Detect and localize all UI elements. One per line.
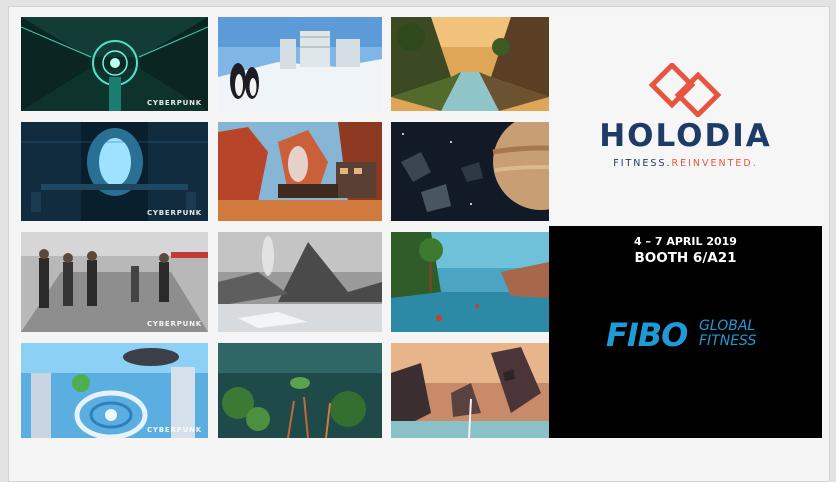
gallery-tile-sunset-canyon[interactable] (391, 343, 549, 438)
sunset-scene-image (391, 343, 549, 438)
gallery-tile-futuristic-city[interactable]: CYBERPUNK (21, 343, 208, 438)
jungle-scene-image (391, 17, 549, 111)
gym-scene-image (21, 232, 208, 332)
fibo-subtitle-line1: GLOBAL (699, 318, 756, 334)
fibo-subtitle-line2: FITNESS (699, 333, 757, 349)
gallery-tile-tropical-lagoon[interactable] (391, 232, 549, 332)
volcano-scene-image (218, 232, 382, 332)
arctic-scene-image (218, 17, 382, 111)
tile-watermark: CYBERPUNK (146, 426, 202, 434)
gallery-tile-underwater-reef[interactable] (218, 343, 382, 438)
reef-scene-image (218, 343, 382, 438)
city-scene-image (21, 343, 208, 438)
canyon-scene-image (218, 122, 382, 221)
gallery-tile-canyon-train[interactable] (218, 122, 382, 221)
gallery-tile-arctic-penguins[interactable] (218, 17, 382, 111)
holodia-logo-panel: HOLODIA FITNESS.REINVENTED. (549, 17, 822, 225)
tagline-part-reinvented: REINVENTED. (671, 158, 758, 169)
gallery-tile-volcano-coast[interactable] (218, 232, 382, 332)
lagoon-scene-image (391, 232, 549, 332)
holodia-logo-icon (648, 63, 722, 117)
brand-tagline: FITNESS.REINVENTED. (549, 158, 822, 169)
reactor-scene-image (21, 122, 208, 221)
gallery-tile-cyber-tunnel[interactable]: CYBERPUNK (21, 17, 208, 111)
gallery-tile-gym-users[interactable]: CYBERPUNK (21, 232, 208, 332)
event-dates: 4 – 7 APRIL 2019 (634, 235, 737, 248)
fibo-logo-text: FIBO (606, 316, 688, 354)
tile-watermark: CYBERPUNK (146, 209, 202, 217)
brand-name: HOLODIA (599, 118, 772, 154)
gallery-tile-jungle-river[interactable] (391, 17, 549, 111)
gallery-tile-space-planet[interactable] (391, 122, 549, 221)
tile-watermark: CYBERPUNK (146, 320, 202, 328)
tile-watermark: CYBERPUNK (146, 99, 202, 107)
event-booth: BOOTH 6/A21 (634, 250, 737, 266)
fibo-event-panel: 4 – 7 APRIL 2019 BOOTH 6/A21 FIBO GLOBAL… (549, 226, 822, 438)
fibo-logo-subtitle: GLOBAL FITNESS (699, 319, 756, 349)
gallery-tile-cyber-reactor[interactable]: CYBERPUNK (21, 122, 208, 221)
space-scene-image (391, 122, 549, 221)
tagline-part-fitness: FITNESS. (613, 158, 672, 169)
tunnel-scene-image (21, 17, 208, 111)
